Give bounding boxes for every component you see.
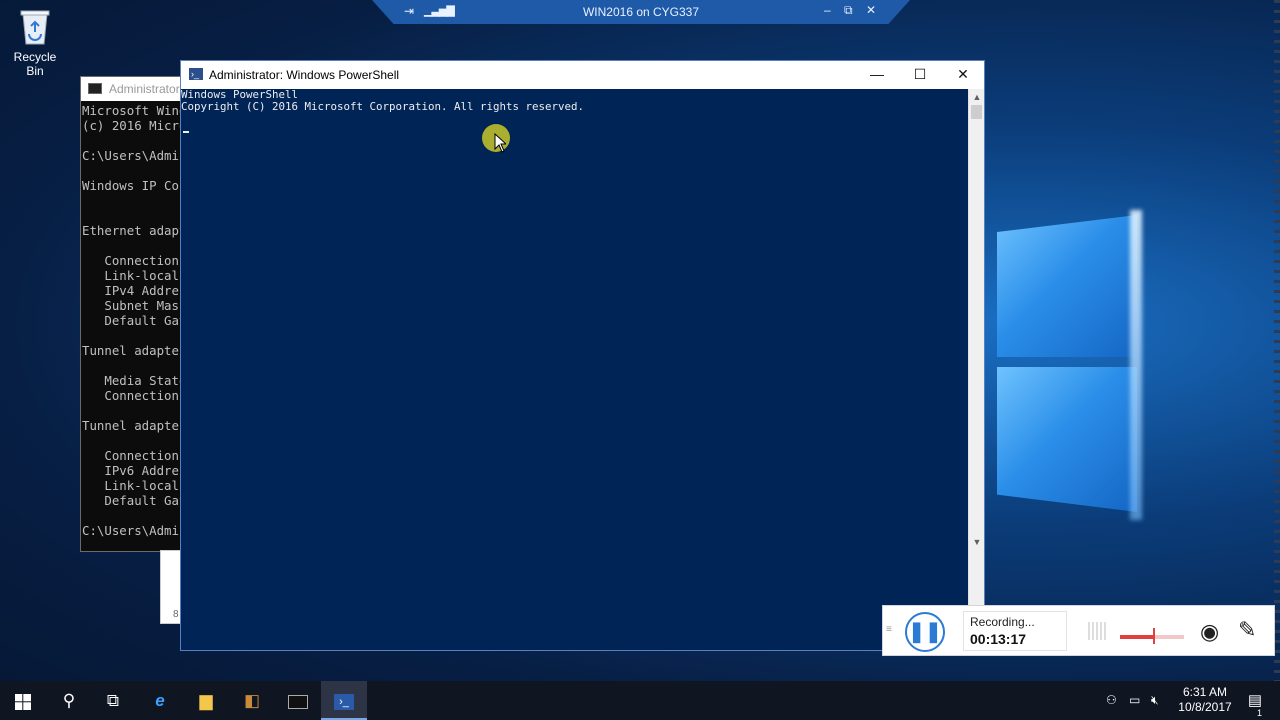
background-window-text: 8 xyxy=(173,609,179,620)
powershell-console[interactable]: Windows PowerShell Copyright (C) 2016 Mi… xyxy=(181,89,969,650)
windows-logo-glow xyxy=(1130,210,1142,520)
notification-count: 1 xyxy=(1257,708,1263,718)
powershell-window[interactable]: ›_ Administrator: Windows PowerShell — ☐… xyxy=(180,60,985,651)
minimize-button[interactable]: — xyxy=(855,61,899,89)
command-prompt-window[interactable]: Administrator Microsoft Wind (c) 2016 Mi… xyxy=(80,76,190,552)
remote-minimize-button[interactable]: – xyxy=(824,3,831,17)
scroll-down-arrow-icon[interactable]: ▼ xyxy=(969,534,985,550)
windows-logo-upper-pane xyxy=(997,215,1137,357)
action-center-button[interactable]: ▤ 1 xyxy=(1240,681,1270,720)
webcam-icon[interactable]: ◉ xyxy=(1200,619,1219,645)
command-prompt-icon xyxy=(288,694,308,709)
windows-logo-lower-pane xyxy=(997,367,1137,512)
pen-annotate-icon[interactable]: ✎ xyxy=(1238,617,1256,643)
people-icon[interactable]: ⚇ xyxy=(1106,681,1117,720)
cmd-title-bar[interactable]: Administrator xyxy=(81,77,189,101)
search-icon: ⚲ xyxy=(62,691,76,710)
system-clock[interactable]: 6:31 AM 10/8/2017 xyxy=(1170,685,1240,715)
volume-slider-knob[interactable] xyxy=(1153,628,1155,644)
folder-icon: ▆ xyxy=(199,691,213,710)
network-icon[interactable]: ▭ xyxy=(1129,681,1140,720)
remote-close-button[interactable]: ✕ xyxy=(866,3,876,17)
recycle-bin[interactable]: Recycle Bin xyxy=(4,8,66,78)
volume-slider[interactable] xyxy=(1120,635,1184,639)
mouse-pointer-icon xyxy=(494,133,506,153)
command-prompt-taskbar-button[interactable] xyxy=(275,681,321,720)
recycle-bin-icon xyxy=(19,8,51,46)
server-manager-icon: ◧ xyxy=(243,691,261,710)
maximize-button[interactable]: ☐ xyxy=(898,61,942,89)
internet-explorer-button[interactable]: e xyxy=(137,681,183,720)
desktop-edge-strip xyxy=(1274,0,1280,681)
task-view-button[interactable]: ⧉ xyxy=(90,681,136,720)
cmd-console-output[interactable]: Microsoft Wind (c) 2016 Micro C:\Users\A… xyxy=(81,101,189,538)
clock-time: 6:31 AM xyxy=(1182,685,1228,699)
screen-recorder-widget[interactable]: ≡ ❚❚ Recording... 00:13:17 ◉ ✎ xyxy=(882,605,1275,656)
internet-explorer-icon: e xyxy=(155,691,165,710)
scroll-up-arrow-icon[interactable]: ▲ xyxy=(969,89,985,105)
vertical-scrollbar[interactable]: ▲ ▼ xyxy=(968,89,984,650)
powershell-console-output: Windows PowerShell Copyright (C) 2016 Mi… xyxy=(181,89,585,113)
powershell-window-icon: ›_ xyxy=(189,68,203,80)
file-explorer-button[interactable]: ▆ xyxy=(183,681,229,720)
recording-status-label: Recording... xyxy=(970,615,1035,629)
close-button[interactable]: ✕ xyxy=(941,61,985,89)
powershell-taskbar-button[interactable]: ›_ xyxy=(321,681,367,720)
text-cursor xyxy=(183,131,189,133)
taskbar: ⚲ ⧉ e ▆ ◧ ›_ ⚇ ▭ 🔇︎ 6:31 AM 10/8/2017 ▤ … xyxy=(0,681,1280,720)
clock-date: 10/8/2017 xyxy=(1178,700,1232,714)
powershell-icon: ›_ xyxy=(334,693,354,710)
remote-desktop-bar: ⇥ ▁▃▅▇ WIN2016 on CYG337 – ⧉ ✕ xyxy=(372,0,910,24)
powershell-title: Administrator: Windows PowerShell xyxy=(209,68,400,82)
recording-elapsed-time: 00:13:17 xyxy=(970,631,1027,647)
drag-handle-icon[interactable]: ≡ xyxy=(886,624,892,635)
audio-level-meter xyxy=(1088,622,1108,640)
server-manager-button[interactable]: ◧ xyxy=(229,681,275,720)
cmd-window-icon xyxy=(88,83,102,94)
remote-restore-button[interactable]: ⧉ xyxy=(844,3,853,18)
recording-status-box: Recording... 00:13:17 xyxy=(963,611,1067,651)
scrollbar-thumb[interactable] xyxy=(971,105,982,119)
pause-recording-button[interactable]: ❚❚ xyxy=(905,612,945,652)
recycle-bin-label: Recycle Bin xyxy=(13,50,57,78)
task-view-icon: ⧉ xyxy=(106,691,120,710)
background-window-fragment[interactable]: 8 xyxy=(160,550,182,624)
volume-muted-icon[interactable]: 🔇︎ xyxy=(1151,681,1159,720)
cmd-title: Administrator xyxy=(109,82,180,96)
search-button[interactable]: ⚲ xyxy=(46,681,92,720)
windows-start-icon xyxy=(15,693,31,710)
start-button[interactable] xyxy=(0,681,46,720)
powershell-title-bar[interactable]: ›_ Administrator: Windows PowerShell — ☐… xyxy=(181,61,984,89)
